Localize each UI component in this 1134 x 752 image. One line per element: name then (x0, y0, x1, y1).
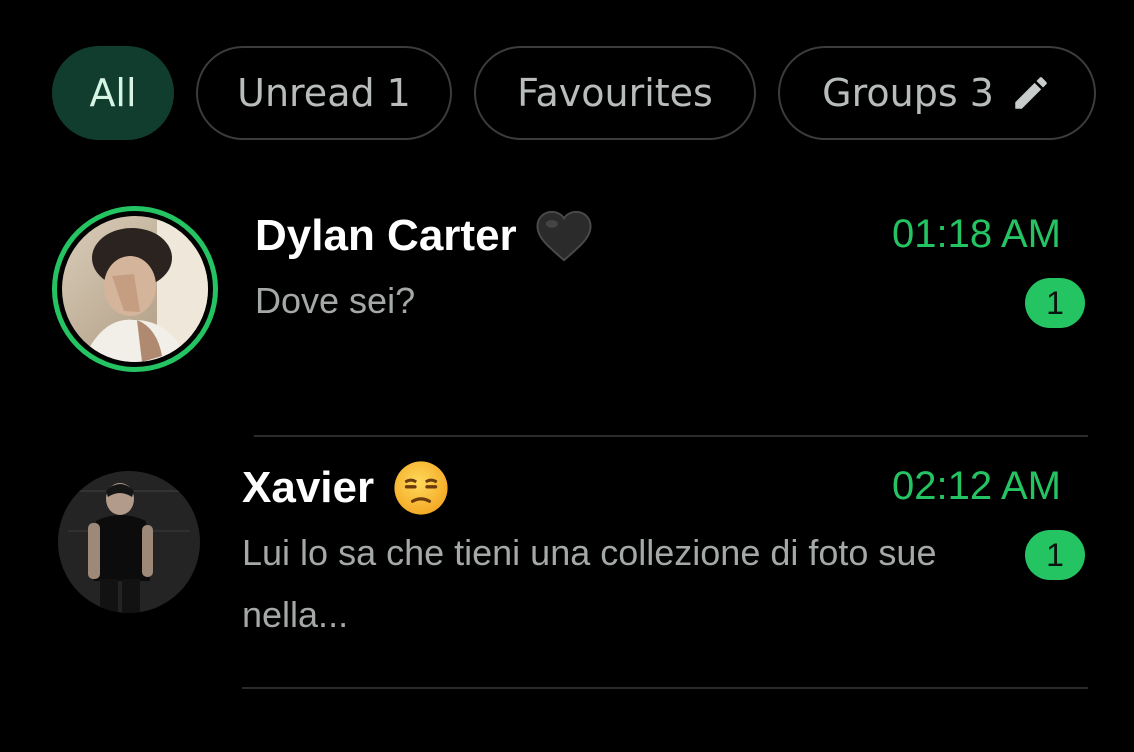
chat-title: Dylan Carter (255, 208, 593, 264)
filter-chip-groups[interactable]: Groups 3 (778, 46, 1096, 140)
divider (254, 435, 1088, 437)
filter-chip-bar: All Unread 1 Favourites Groups 3 (52, 46, 1096, 140)
divider (242, 687, 1088, 689)
contact-name: Xavier (242, 463, 375, 512)
contact-name: Dylan Carter (255, 211, 517, 260)
filter-chip-all[interactable]: All (52, 46, 174, 140)
status-ring[interactable] (52, 206, 218, 372)
filter-chip-label: Groups 3 (822, 71, 994, 115)
filter-chip-label: All (89, 71, 137, 115)
unamused-face-icon (392, 459, 450, 517)
unread-badge: 1 (1025, 530, 1085, 580)
avatar (58, 471, 200, 613)
message-preview: Dove sei? (255, 280, 416, 321)
filter-chip-label: Favourites (517, 71, 713, 115)
avatar (62, 216, 208, 362)
filter-chip-unread[interactable]: Unread 1 (196, 46, 452, 140)
filter-chip-favourites[interactable]: Favourites (474, 46, 756, 140)
chat-title: Xavier (242, 460, 450, 516)
unread-badge: 1 (1025, 278, 1085, 328)
message-preview: Lui lo sa che tieni una collezione di fo… (242, 532, 937, 635)
message-time: 01:18 AM (892, 212, 1062, 256)
black-heart-icon (535, 209, 593, 263)
message-time: 02:12 AM (892, 464, 1062, 508)
filter-chip-label: Unread 1 (237, 71, 411, 115)
pencil-icon (1010, 72, 1052, 114)
